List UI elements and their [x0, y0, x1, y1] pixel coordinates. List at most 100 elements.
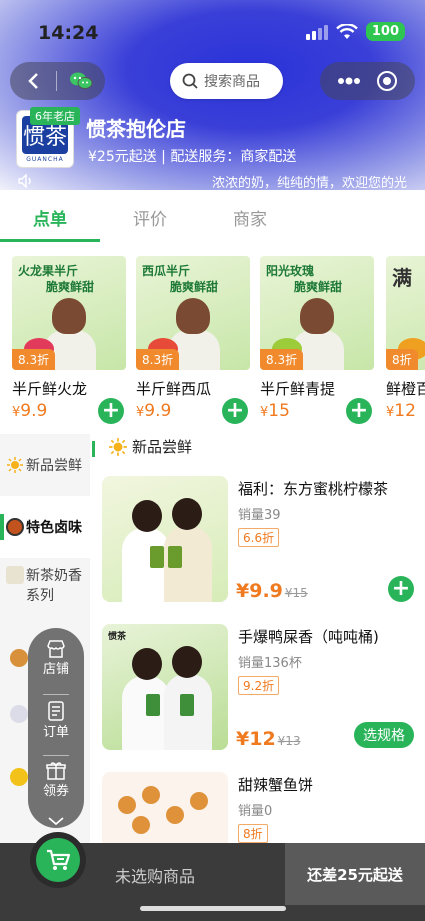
back-button[interactable]	[10, 62, 56, 100]
featured-image: 满 8折	[386, 256, 425, 370]
sun-icon	[7, 457, 23, 473]
food-graphic	[190, 792, 208, 810]
float-menu-label: 订单	[42, 725, 69, 740]
cup-graphic	[146, 694, 160, 716]
food-graphic	[142, 786, 160, 804]
product-name: 手爆鸭屎香（吨吨桶)	[238, 628, 379, 646]
coupon-icon	[46, 762, 66, 780]
announcement-text: 浓浓的奶，纯纯的情，欢迎您的光	[212, 175, 408, 191]
product-item[interactable]: 甜辣蟹鱼饼 销量0 8折	[100, 772, 425, 843]
product-discount-badge: 8折	[238, 824, 268, 843]
sidebar-item-milk-tea[interactable]: 新茶奶香系列	[0, 558, 90, 630]
featured-image: 火龙果半斤 脆爽鲜甜 8.3折	[12, 256, 126, 370]
food-graphic	[132, 816, 150, 834]
model-figure	[172, 498, 202, 530]
model-figure	[52, 298, 86, 334]
product-item[interactable]: 惯茶 手爆鸭屎香（吨吨桶) 销量136杯 9.2折 ¥12 ¥13 选规格	[100, 624, 425, 764]
model-figure	[132, 648, 162, 680]
featured-card[interactable]: 火龙果半斤 脆爽鲜甜 8.3折 半斤鲜火龙 ¥9.9 +	[12, 256, 126, 424]
product-price: ¥12 ¥13	[236, 728, 301, 750]
featured-name: 半斤鲜西瓜	[136, 380, 212, 398]
featured-price-value: 12	[394, 401, 416, 421]
featured-card[interactable]: 满 8折 鲜橙百 ¥12	[386, 256, 425, 421]
drink-icon	[10, 649, 28, 667]
featured-carousel[interactable]: 火龙果半斤 脆爽鲜甜 8.3折 半斤鲜火龙 ¥9.9 + 西瓜半斤 脆爽鲜甜 8…	[0, 256, 425, 426]
store-delivery-info: ¥25元起送 | 配送服务：商家配送	[88, 149, 297, 165]
featured-price-value: 9.9	[144, 401, 172, 421]
product-image	[102, 476, 228, 602]
search-icon	[182, 73, 198, 89]
price-original: ¥13	[277, 734, 301, 748]
sidebar-item-label: 新茶奶香系列	[26, 568, 82, 604]
featured-image-title: 火龙果半斤	[18, 264, 79, 278]
close-miniprogram-icon[interactable]	[376, 70, 398, 92]
featured-card[interactable]: 西瓜半斤 脆爽鲜甜 8.3折 半斤鲜西瓜 ¥9.9 +	[136, 256, 250, 424]
chevron-left-icon	[28, 73, 38, 89]
checkout-button[interactable]: 还差25元起送	[285, 843, 425, 905]
featured-card[interactable]: 阳光玫瑰 脆爽鲜甜 8.3折 半斤鲜青提 ¥15 +	[260, 256, 374, 424]
cart-status-text: 未选购商品	[115, 867, 196, 886]
status-icons: 100	[305, 22, 405, 41]
section-accent-bar	[92, 441, 95, 457]
product-sales: 销量0	[238, 804, 273, 819]
page: 14:24 100 搜索商品 惯茶 GUANCHA 6年老店 惯茶抱伦店 ¥25…	[0, 0, 425, 921]
store-age-badge: 6年老店	[30, 107, 80, 125]
wechat-button[interactable]	[57, 71, 105, 91]
sidebar-item-label: 新品尝鲜	[26, 458, 82, 474]
discount-badge: 8.3折	[260, 349, 304, 370]
product-price: ¥9.9 ¥15	[236, 580, 308, 602]
tab-merchant[interactable]: 商家	[200, 190, 300, 244]
announcement-bar: 浓浓的奶，纯纯的情，欢迎您的光	[18, 172, 425, 191]
featured-image-title: 满	[392, 266, 412, 290]
float-menu-label: 领券	[42, 784, 69, 799]
float-menu-orders[interactable]: 订单	[43, 701, 69, 749]
featured-name: 鲜橙百	[386, 380, 425, 398]
tab-reviews[interactable]: 评价	[100, 190, 200, 244]
cart-button[interactable]	[30, 832, 86, 888]
main-tabs: 点单 评价 商家	[0, 190, 425, 244]
add-to-cart-button[interactable]: +	[388, 576, 414, 602]
product-name: 福利：东方蜜桃柠檬茶	[238, 480, 389, 498]
cart-button-inner	[36, 838, 80, 882]
add-to-cart-button[interactable]: +	[98, 398, 124, 424]
model-figure	[176, 298, 210, 334]
search-input[interactable]: 搜索商品	[170, 63, 283, 99]
model-figure	[300, 298, 334, 334]
add-to-cart-button[interactable]: +	[346, 398, 372, 424]
product-item[interactable]: 福利：东方蜜桃柠檬茶 销量39 6.6折 ¥9.9 ¥15 +	[100, 476, 425, 616]
chevron-down-icon[interactable]	[47, 816, 65, 826]
bowl-icon	[6, 518, 24, 536]
speaker-icon	[18, 174, 31, 188]
store-name: 惯茶抱伦店	[86, 117, 186, 141]
product-sales: 销量136杯	[238, 656, 302, 671]
float-menu-store[interactable]: 店铺	[43, 640, 69, 688]
featured-price-value: 15	[268, 401, 290, 421]
lemon-icon	[10, 768, 28, 786]
bottle-icon	[10, 705, 28, 723]
cup-icon	[6, 566, 24, 584]
model-figure	[172, 646, 202, 678]
nav-left-group	[10, 62, 105, 100]
featured-name: 半斤鲜青提	[260, 380, 336, 398]
sidebar-item-braised[interactable]: 特色卤味	[0, 496, 90, 558]
product-sales: 销量39	[238, 508, 281, 523]
divider	[43, 694, 69, 695]
status-time: 14:24	[38, 22, 99, 44]
search-placeholder: 搜索商品	[204, 74, 260, 90]
battery-indicator: 100	[365, 22, 405, 41]
tab-order[interactable]: 点单	[0, 190, 100, 244]
product-image-logo: 惯茶	[108, 632, 127, 642]
more-icon[interactable]	[337, 77, 361, 85]
featured-image-title: 西瓜半斤	[142, 264, 191, 278]
price-current: ¥9.9	[236, 580, 283, 602]
float-menu-label: 店铺	[42, 662, 69, 677]
add-to-cart-button[interactable]: +	[222, 398, 248, 424]
featured-image-subtitle: 脆爽鲜甜	[294, 280, 343, 294]
store-header: 14:24 100 搜索商品 惯茶 GUANCHA 6年老店 惯茶抱伦店 ¥25…	[0, 0, 425, 191]
choose-spec-button[interactable]: 选规格	[354, 722, 414, 748]
wifi-icon	[336, 23, 358, 39]
sidebar-item-new[interactable]: 新品尝鲜	[0, 434, 90, 496]
featured-price: ¥12	[386, 401, 416, 421]
float-menu-coupons[interactable]: 领券	[43, 762, 69, 810]
home-indicator	[140, 906, 286, 911]
